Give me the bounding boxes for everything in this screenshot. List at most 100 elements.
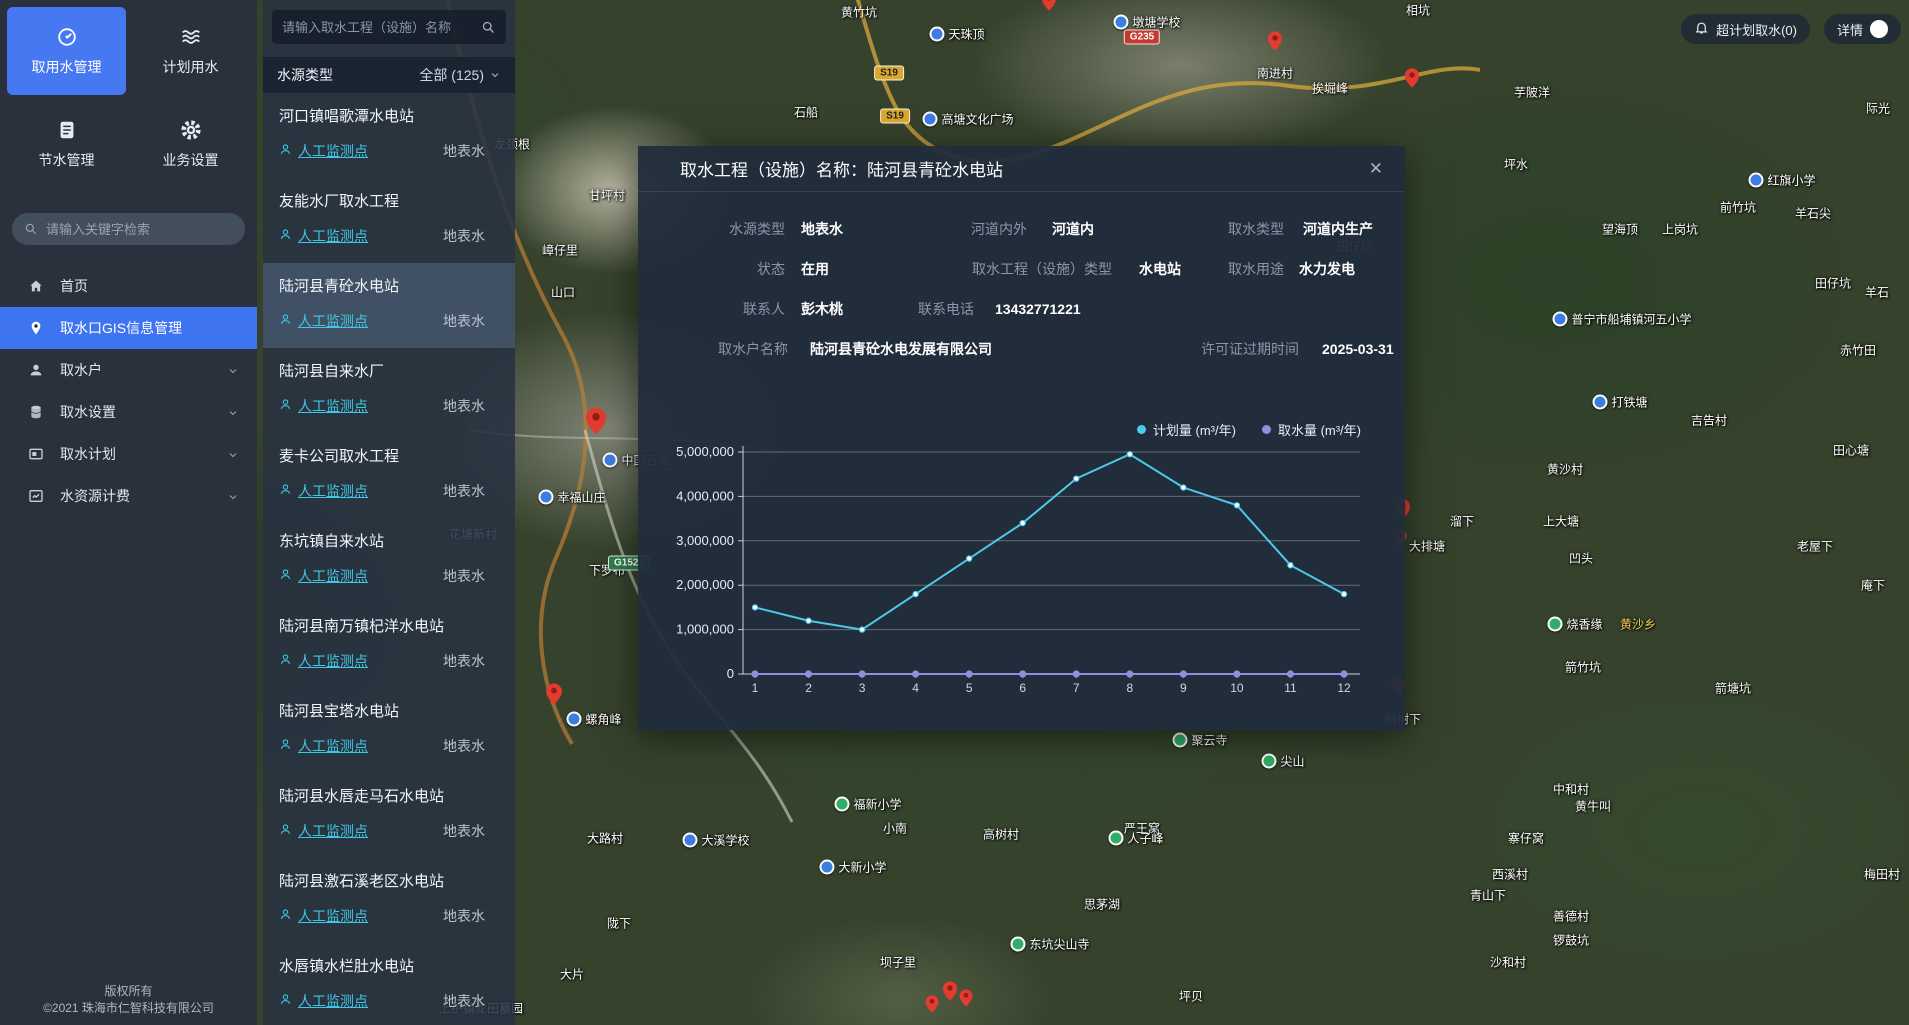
sidebar-item-label: 取水设置 xyxy=(60,402,116,422)
monitor-type: 人工监测点 xyxy=(279,226,368,246)
sidebar-search[interactable] xyxy=(12,213,245,245)
field-value: 水力发电 xyxy=(1299,259,1355,279)
water-source-label: 地表水 xyxy=(443,736,485,756)
station-list: 河口镇唱歌潭水电站人工监测点地表水友能水厂取水工程人工监测点地表水陆河县青砼水电… xyxy=(263,93,515,1025)
blue-poi-icon xyxy=(929,27,944,42)
station-list-item[interactable]: 东坑镇自来水站人工监测点地表水 xyxy=(263,518,515,603)
map-poi-marker[interactable]: 尖山 xyxy=(1261,753,1304,770)
sidebar-item-db[interactable]: 取水设置 xyxy=(0,391,257,433)
monitor-label: 人工监测点 xyxy=(298,141,368,161)
map-poi-marker[interactable]: 烧香缘 xyxy=(1547,616,1602,633)
poi-label: 天珠顶 xyxy=(948,26,984,43)
map-poi-marker[interactable]: 红旗小学 xyxy=(1748,172,1815,189)
map-place-label: 嶂仔里 xyxy=(542,242,578,259)
station-list-item[interactable]: 水唇镇水栏肚水电站人工监测点地表水 xyxy=(263,943,515,1025)
sidebar-item-plan[interactable]: 取水计划 xyxy=(0,433,257,475)
map-poi-marker[interactable]: 人子峰 xyxy=(1108,830,1163,847)
details-pill[interactable]: 详情 xyxy=(1824,14,1901,44)
water-source-label: 地表水 xyxy=(443,991,485,1011)
module-gauge[interactable]: 取用水管理 xyxy=(7,7,126,95)
poi-label: 幸福山庄 xyxy=(557,489,605,506)
red-pin-icon[interactable] xyxy=(960,989,973,1012)
red-pin-icon[interactable] xyxy=(1268,31,1282,56)
station-list-item[interactable]: 河口镇唱歌潭水电站人工监测点地表水 xyxy=(263,93,515,178)
red-pin-icon[interactable] xyxy=(586,407,606,440)
filter-dropdown[interactable]: 全部 (125) xyxy=(419,65,501,85)
field-value: 地表水 xyxy=(801,219,843,239)
map-place-label: 望海顶 xyxy=(1602,221,1638,238)
sidebar-item-pin[interactable]: 取水口GIS信息管理 xyxy=(0,307,257,349)
red-pin-icon[interactable] xyxy=(943,981,957,1006)
map-poi-marker[interactable]: 大新小学 xyxy=(819,859,886,876)
over-plan-button[interactable]: 超计划取水(0) xyxy=(1681,14,1810,44)
station-meta: 人工监测点地表水 xyxy=(279,566,499,586)
field-label: 联系电话 xyxy=(860,299,974,319)
station-list-item[interactable]: 陆河县激石溪老区水电站人工监测点地表水 xyxy=(263,858,515,943)
map-poi-marker[interactable]: 福新小学 xyxy=(834,796,901,813)
details-toggle[interactable] xyxy=(1870,20,1888,38)
station-list-item[interactable]: 陆河县水唇走马石水电站人工监测点地表水 xyxy=(263,773,515,858)
map-poi-marker[interactable]: 高塘文化广场 xyxy=(922,111,1013,128)
svg-text:4: 4 xyxy=(912,681,919,695)
red-pin-icon[interactable] xyxy=(1042,0,1056,16)
map-poi-marker[interactable]: 聚云寺 xyxy=(1172,732,1227,749)
sidebar-menu: 首页取水口GIS信息管理取水户取水设置取水计划水资源计费 xyxy=(0,265,257,517)
station-list-item[interactable]: 陆河县自来水厂人工监测点地表水 xyxy=(263,348,515,433)
blue-poi-icon xyxy=(1113,15,1128,30)
map-place-label: 山口 xyxy=(551,284,575,301)
green-poi-icon xyxy=(1547,617,1562,632)
svg-text:4,000,000: 4,000,000 xyxy=(676,488,734,503)
map-poi-marker[interactable]: 螺角峰 xyxy=(566,711,621,728)
sidebar-item-billing[interactable]: 水资源计费 xyxy=(0,475,257,517)
field-value: 河道内 xyxy=(1052,219,1094,239)
detail-field: 水源类型地表水 xyxy=(680,219,843,239)
field-value: 在用 xyxy=(801,259,829,279)
detail-field: 取水户名称陆河县青砼水电发展有限公司 xyxy=(680,339,992,359)
map-place-label: 西溪村 xyxy=(1492,866,1528,883)
app-root: { "topbar": { "over_plan_label": "超计划取水(… xyxy=(0,0,1909,1025)
map-place-label: 寨仔窝 xyxy=(1508,830,1544,847)
search-icon xyxy=(24,222,38,236)
module-doc[interactable]: 节水管理 xyxy=(7,100,126,188)
blue-poi-icon xyxy=(1592,395,1607,410)
map-poi-marker[interactable]: 东坑尖山寺 xyxy=(1010,936,1089,953)
map-poi-marker[interactable]: 天珠顶 xyxy=(929,26,984,43)
sidebar-item-home[interactable]: 首页 xyxy=(0,265,257,307)
red-pin-icon[interactable] xyxy=(546,683,562,710)
sidebar-item-user[interactable]: 取水户 xyxy=(0,349,257,391)
close-icon[interactable]: ✕ xyxy=(1369,159,1383,179)
map-poi-marker[interactable]: 幸福山庄 xyxy=(538,489,605,506)
poi-label: 高塘文化广场 xyxy=(941,111,1013,128)
gear-icon xyxy=(180,119,202,141)
station-list-item[interactable]: 友能水厂取水工程人工监测点地表水 xyxy=(263,178,515,263)
sidebar-search-input[interactable] xyxy=(46,222,233,237)
map-poi-marker[interactable]: 大溪学校 xyxy=(682,832,749,849)
person-icon xyxy=(279,653,292,669)
station-list-item[interactable]: 陆河县南万镇杞洋水电站人工监测点地表水 xyxy=(263,603,515,688)
map-poi-marker[interactable]: 普宁市船埔镇河五小学 xyxy=(1552,311,1691,328)
details-label: 详情 xyxy=(1837,20,1863,39)
map-poi-marker[interactable]: 墩塘学校 xyxy=(1113,14,1180,31)
map-place-label: 坪水 xyxy=(1504,156,1528,173)
db-icon xyxy=(28,404,44,420)
detail-field: 联系人彭木桃 xyxy=(680,299,843,319)
map-place-label: 赤竹田 xyxy=(1840,342,1876,359)
red-pin-icon[interactable] xyxy=(926,995,939,1018)
red-pin-icon[interactable] xyxy=(1405,68,1419,93)
station-search[interactable] xyxy=(272,10,506,44)
road-shield: S19 xyxy=(880,109,910,124)
station-name: 东坑镇自来水站 xyxy=(279,530,499,551)
station-list-item[interactable]: 陆河县青砼水电站人工监测点地表水 xyxy=(263,263,515,348)
module-gear[interactable]: 业务设置 xyxy=(131,100,250,188)
station-list-item[interactable]: 陆河县宝塔水电站人工监测点地表水 xyxy=(263,688,515,773)
poi-label: 烧香缘 xyxy=(1566,616,1602,633)
green-poi-icon xyxy=(1172,733,1187,748)
road-shield: G235 xyxy=(1124,30,1160,45)
map-poi-marker[interactable]: 打铁塘 xyxy=(1592,394,1647,411)
field-label: 许可证过期时间 xyxy=(1160,339,1299,359)
station-list-item[interactable]: 麦卡公司取水工程人工监测点地表水 xyxy=(263,433,515,518)
svg-text:11: 11 xyxy=(1284,681,1297,695)
module-waves[interactable]: 计划用水 xyxy=(131,7,250,95)
svg-text:1: 1 xyxy=(752,681,759,695)
station-search-input[interactable] xyxy=(282,20,481,35)
